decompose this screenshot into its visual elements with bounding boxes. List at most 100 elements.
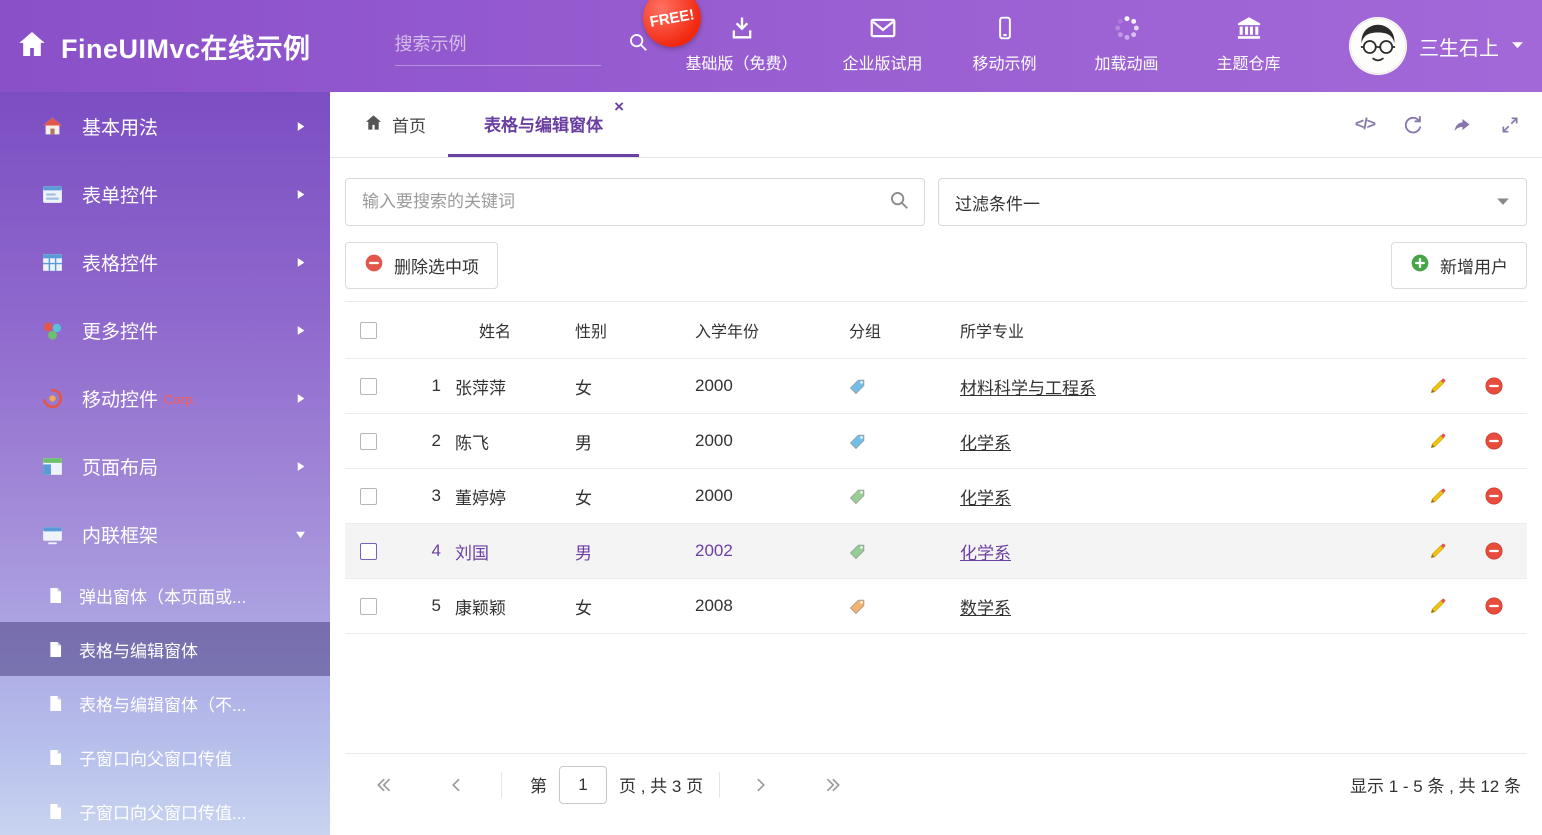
app-title: FineUIMvc在线示例 (61, 27, 311, 66)
tag-icon (849, 598, 866, 615)
record-summary: 显示 1 - 5 条 , 共 12 条 (1350, 772, 1521, 797)
delete-selected-label: 删除选中项 (394, 253, 479, 278)
refresh-icon[interactable] (1402, 114, 1424, 136)
user-menu[interactable]: 三生石上 (1349, 17, 1524, 75)
sidebar-subitem-1[interactable]: 弹出窗体（本页面或... (0, 568, 330, 622)
delete-icon[interactable] (1484, 431, 1504, 451)
cell-name: 张萍萍 (455, 374, 575, 399)
sidebar-item-mobile-controls[interactable]: 移动控件Corp. (0, 364, 330, 432)
chevron-right-icon (295, 121, 306, 132)
cell-gender: 女 (575, 484, 695, 509)
keyword-search-box (345, 178, 925, 226)
spinner-icon (1113, 13, 1141, 43)
row-number: 3 (405, 486, 455, 506)
edit-icon[interactable] (1428, 486, 1448, 506)
first-page-icon[interactable] (375, 775, 395, 795)
tag-icon (849, 378, 866, 395)
major-link[interactable]: 化学系 (960, 489, 1011, 508)
sidebar-subitem-2[interactable]: 表格与编辑窗体 (0, 622, 330, 676)
tab-home-label: 首页 (392, 112, 426, 137)
page-input[interactable] (559, 766, 607, 804)
grid-toolbar: 删除选中项 新增用户 (345, 242, 1527, 302)
header-nav-loading[interactable]: 加载动画 (1083, 0, 1171, 74)
table-row[interactable]: 4刘国男2002化学系 (345, 524, 1527, 579)
edit-icon[interactable] (1428, 541, 1448, 561)
row-checkbox[interactable] (360, 378, 377, 395)
sidebar-item-basic-usage[interactable]: 基本用法 (0, 92, 330, 160)
header-nav-enterprise[interactable]: 企业版试用 (839, 0, 927, 74)
edit-icon[interactable] (1428, 431, 1448, 451)
row-checkbox[interactable] (360, 543, 377, 560)
sb-frames-icon (40, 522, 66, 547)
filter-dropdown[interactable]: 过滤条件一 (938, 178, 1527, 226)
minus-circle-icon (364, 253, 384, 278)
row-checkbox[interactable] (360, 488, 377, 505)
sidebar-subitem-4[interactable]: 子窗口向父窗口传值 (0, 730, 330, 784)
row-checkbox[interactable] (360, 598, 377, 615)
sidebar-subitems: 弹出窗体（本页面或...表格与编辑窗体表格与编辑窗体（不...子窗口向父窗口传值… (0, 568, 330, 835)
add-user-button[interactable]: 新增用户 (1391, 242, 1527, 289)
keyword-search-input[interactable] (362, 192, 888, 212)
tag-icon (849, 488, 866, 505)
major-link[interactable]: 化学系 (960, 544, 1011, 563)
select-all-checkbox[interactable] (360, 322, 377, 339)
delete-icon[interactable] (1484, 541, 1504, 561)
last-page-icon[interactable] (822, 775, 842, 795)
cell-year: 2002 (695, 541, 845, 561)
sidebar: 基本用法表单控件表格控件更多控件移动控件Corp.页面布局内联框架 弹出窗体（本… (0, 92, 330, 835)
delete-icon[interactable] (1484, 486, 1504, 506)
sidebar-item-table-controls[interactable]: 表格控件 (0, 228, 330, 296)
sidebar-item-inline-frame[interactable]: 内联框架 (0, 500, 330, 568)
column-major: 所学专业 (960, 318, 1415, 342)
tab-active[interactable]: 表格与编辑窗体 × (448, 92, 639, 157)
search-icon[interactable] (627, 31, 649, 58)
chevron-right-icon (295, 461, 306, 472)
brand[interactable]: FineUIMvc在线示例 (16, 27, 311, 66)
delete-icon[interactable] (1484, 596, 1504, 616)
table-row[interactable]: 1张萍萍女2000材料科学与工程系 (345, 359, 1527, 414)
expand-icon[interactable] (1500, 115, 1520, 135)
prev-page-icon[interactable] (447, 775, 467, 795)
delete-selected-button[interactable]: 删除选中项 (345, 242, 498, 289)
chevron-right-icon (295, 393, 306, 404)
row-checkbox[interactable] (360, 433, 377, 450)
tab-home[interactable]: 首页 (342, 92, 448, 157)
plus-circle-icon (1410, 253, 1430, 278)
forward-icon[interactable] (1451, 114, 1473, 136)
sidebar-item-page-layout[interactable]: 页面布局 (0, 432, 330, 500)
sidebar-item-more-controls[interactable]: 更多控件 (0, 296, 330, 364)
header-search-input[interactable] (395, 34, 627, 55)
next-page-icon[interactable] (750, 775, 770, 795)
search-icon[interactable] (888, 189, 910, 216)
row-number: 4 (405, 541, 455, 561)
table-row[interactable]: 5康颖颖女2008数学系 (345, 579, 1527, 634)
edit-icon[interactable] (1428, 376, 1448, 396)
grid-panel: 删除选中项 新增用户 姓名 性别 入学年份 分组 (345, 242, 1527, 815)
sidebar-subitem-3[interactable]: 表格与编辑窗体（不... (0, 676, 330, 730)
mobile-icon (992, 13, 1018, 43)
pagination: 第 页 , 共 3 页 显示 1 - 5 条 , 共 12 条 (345, 753, 1527, 815)
major-link[interactable]: 数学系 (960, 599, 1011, 618)
file-icon (46, 748, 65, 767)
delete-icon[interactable] (1484, 376, 1504, 396)
code-icon[interactable]: </> (1355, 116, 1375, 134)
header-nav-themes[interactable]: 主题仓库 (1205, 0, 1293, 74)
cell-gender: 男 (575, 429, 695, 454)
cell-year: 2000 (695, 486, 845, 506)
main-content: 首页 表格与编辑窗体 × </> (330, 92, 1542, 835)
tab-actions: </> (1355, 92, 1520, 157)
header-nav-basic[interactable]: FREE!基础版（免费） (679, 0, 805, 74)
pagination-divider (719, 772, 720, 798)
table-row[interactable]: 3董婷婷女2000化学系 (345, 469, 1527, 524)
sb-form-icon (40, 182, 66, 207)
header-nav-mobile-demo[interactable]: 移动示例 (961, 0, 1049, 74)
table-row[interactable]: 2陈飞男2000化学系 (345, 414, 1527, 469)
sidebar-subitem-5[interactable]: 子窗口向父窗口传值... (0, 784, 330, 835)
sidebar-item-form-controls[interactable]: 表单控件 (0, 160, 330, 228)
major-link[interactable]: 材料科学与工程系 (960, 379, 1096, 398)
major-link[interactable]: 化学系 (960, 434, 1011, 453)
header-search (395, 31, 601, 66)
edit-icon[interactable] (1428, 596, 1448, 616)
close-icon[interactable]: × (614, 98, 624, 115)
app-window: FineUIMvc在线示例 FREE!基础版（免费） 企业版试用移动示例加载动画主… (0, 0, 1542, 835)
